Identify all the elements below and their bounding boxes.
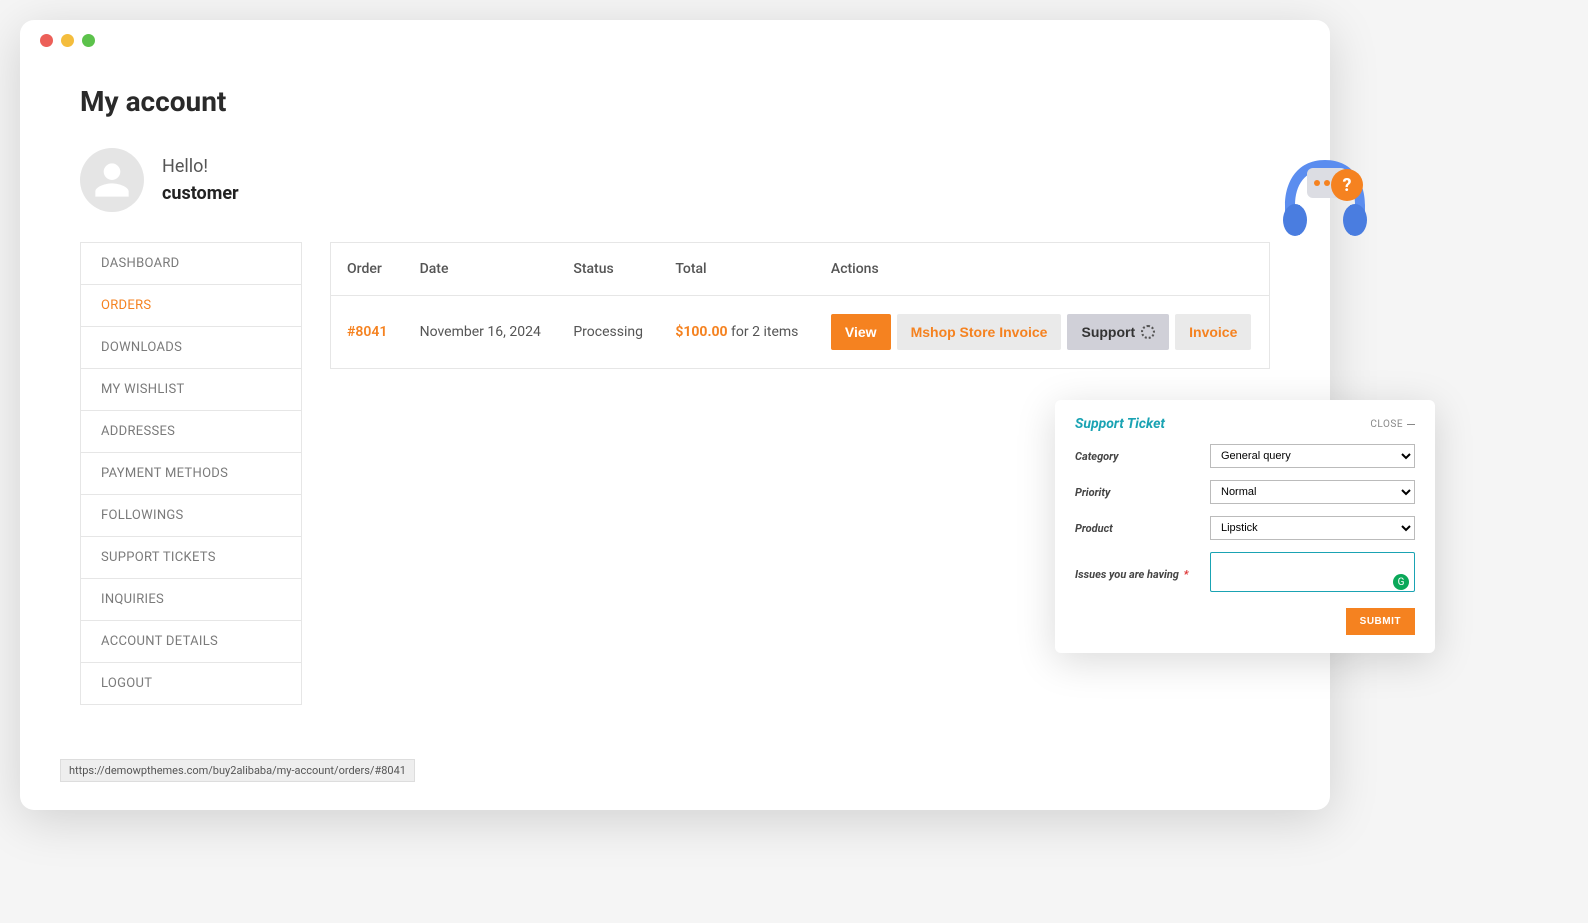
submit-row: SUBMIT <box>1075 608 1415 635</box>
required-star-icon: * <box>1184 568 1189 581</box>
label-issues-text: Issues you are having <box>1075 568 1179 581</box>
minus-icon <box>1407 424 1415 425</box>
order-total: $100.00 for 2 items <box>659 296 815 369</box>
svg-text:?: ? <box>1343 175 1352 196</box>
sidebar-item-logout[interactable]: LOGOUT <box>81 663 301 704</box>
headset-icon: ? <box>1265 140 1385 260</box>
select-priority[interactable]: Normal <box>1210 480 1415 504</box>
user-icon <box>92 160 132 200</box>
greeting-text: Hello! customer <box>162 156 239 204</box>
sidebar-nav: DASHBOARD ORDERS DOWNLOADS MY WISHLIST A… <box>80 242 302 705</box>
greeting-username: customer <box>162 183 239 204</box>
maximize-window-icon[interactable] <box>82 34 95 47</box>
sidebar-item-followings[interactable]: FOLLOWINGS <box>81 495 301 537</box>
sidebar-item-orders[interactable]: ORDERS <box>81 285 301 327</box>
popup-header: Support Ticket CLOSE <box>1075 416 1415 432</box>
popup-close-label: CLOSE <box>1370 419 1403 430</box>
sidebar-item-inquiries[interactable]: INQUIRIES <box>81 579 301 621</box>
order-id-link[interactable]: #8041 <box>347 324 387 340</box>
page-title: My account <box>80 85 1270 118</box>
status-bar-url: https://demowpthemes.com/buy2alibaba/my-… <box>60 759 415 782</box>
browser-window: My account Hello! customer DASHBOARD ORD… <box>20 20 1330 810</box>
sidebar-item-account-details[interactable]: ACCOUNT DETAILS <box>81 621 301 663</box>
order-total-suffix: for 2 items <box>728 324 799 340</box>
main-panel: Order Date Status Total Actions #8041 No… <box>330 242 1270 369</box>
greeting-row: Hello! customer <box>80 148 1270 212</box>
form-row-product: Product Lipstick <box>1075 516 1415 540</box>
avatar <box>80 148 144 212</box>
sidebar-item-dashboard[interactable]: DASHBOARD <box>81 243 301 285</box>
select-product[interactable]: Lipstick <box>1210 516 1415 540</box>
label-priority: Priority <box>1075 486 1110 499</box>
order-price: $100.00 <box>675 324 727 340</box>
form-row-issues: Issues you are having * G <box>1075 552 1415 596</box>
popup-title: Support Ticket <box>1075 416 1165 432</box>
orders-table: Order Date Status Total Actions #8041 No… <box>330 242 1270 369</box>
th-total: Total <box>659 243 815 296</box>
invoice-button[interactable]: Invoice <box>1175 314 1251 350</box>
actions-cell: View Mshop Store Invoice Support Invoice <box>831 314 1253 350</box>
headset-illustration: ? <box>1265 140 1385 260</box>
minimize-window-icon[interactable] <box>61 34 74 47</box>
th-order: Order <box>331 243 404 296</box>
select-category[interactable]: General query <box>1210 444 1415 468</box>
view-button[interactable]: View <box>831 314 891 350</box>
th-status: Status <box>557 243 659 296</box>
support-ring-icon <box>1141 325 1155 339</box>
label-category: Category <box>1075 450 1119 463</box>
support-button-label: Support <box>1081 324 1135 340</box>
form-row-category: Category General query <box>1075 444 1415 468</box>
popup-close-button[interactable]: CLOSE <box>1370 419 1415 430</box>
close-window-icon[interactable] <box>40 34 53 47</box>
grammarly-icon[interactable]: G <box>1393 574 1409 590</box>
issues-textarea[interactable] <box>1210 552 1415 592</box>
sidebar-item-addresses[interactable]: ADDRESSES <box>81 411 301 453</box>
textarea-wrap: G <box>1210 552 1415 596</box>
th-date: Date <box>404 243 558 296</box>
label-issues: Issues you are having * <box>1075 568 1188 581</box>
order-status: Processing <box>557 296 659 369</box>
greeting-hello: Hello! <box>162 156 239 177</box>
support-ticket-popup: Support Ticket CLOSE Category General qu… <box>1055 400 1435 653</box>
sidebar-item-downloads[interactable]: DOWNLOADS <box>81 327 301 369</box>
label-product: Product <box>1075 522 1113 535</box>
window-titlebar <box>20 20 1330 60</box>
mshop-invoice-button[interactable]: Mshop Store Invoice <box>897 314 1062 350</box>
sidebar-item-payment-methods[interactable]: PAYMENT METHODS <box>81 453 301 495</box>
table-row: #8041 November 16, 2024 Processing $100.… <box>331 296 1270 369</box>
sidebar-item-wishlist[interactable]: MY WISHLIST <box>81 369 301 411</box>
order-date: November 16, 2024 <box>404 296 558 369</box>
form-row-priority: Priority Normal <box>1075 480 1415 504</box>
submit-button[interactable]: SUBMIT <box>1346 608 1415 635</box>
th-actions: Actions <box>815 243 1270 296</box>
support-button[interactable]: Support <box>1067 314 1169 350</box>
sidebar-item-support-tickets[interactable]: SUPPORT TICKETS <box>81 537 301 579</box>
